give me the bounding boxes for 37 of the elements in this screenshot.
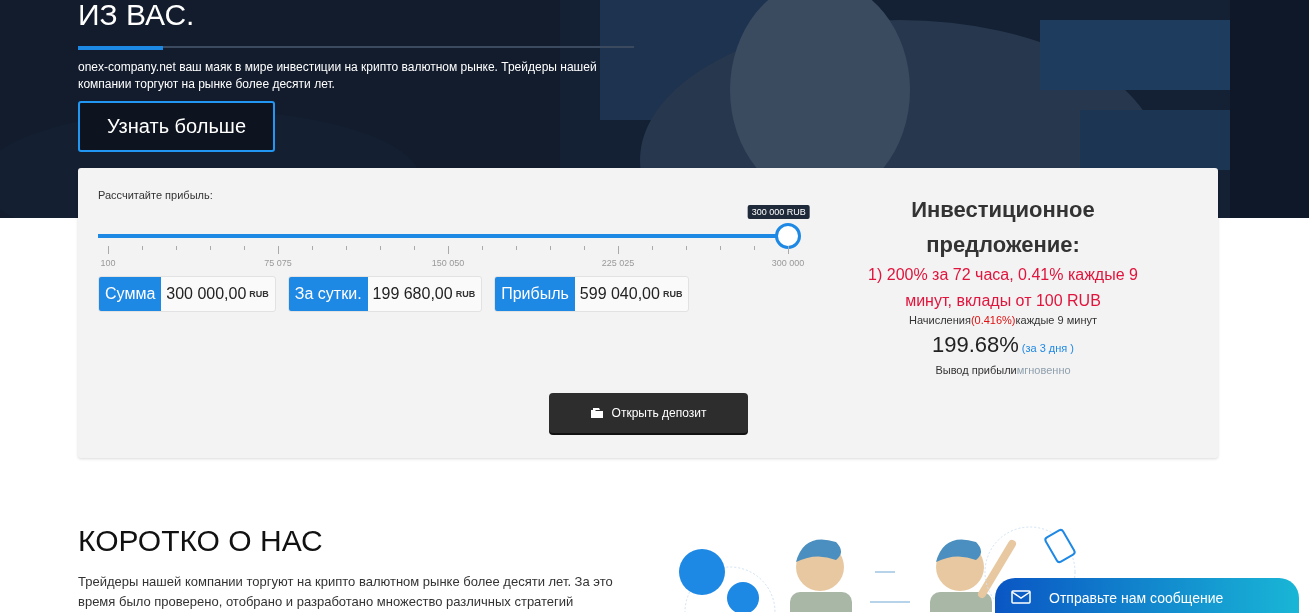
hero-description: onex-company.net ваш маяк в мире инвестиции на крипто валютном рынке. Трейдеры нашей компании торгуют на рынке более десяти лет.	[78, 59, 598, 93]
tick-label: 75 075	[264, 258, 292, 268]
mail-icon	[1011, 590, 1031, 604]
open-deposit-button[interactable]: Открыть депозит	[548, 393, 748, 433]
chat-label: Отправьте нам сообщение	[1049, 590, 1224, 606]
tick-label: 225 025	[601, 258, 635, 268]
section-heading: КОРОТКО О НАС	[78, 524, 324, 558]
tick-label: 300 000	[771, 258, 805, 268]
learn-more-button[interactable]: Узнать больше	[78, 101, 275, 152]
total-percent: 199.68%	[931, 332, 1019, 357]
accrual-label: Начисления	[908, 314, 971, 326]
result-value: 300 000,00	[165, 285, 248, 303]
folder-icon	[589, 407, 604, 419]
offer-heading: Инвестиционное предложение:	[910, 196, 1096, 259]
result-label: Прибыль	[495, 277, 575, 311]
tick-label: 100	[100, 258, 116, 268]
withdraw-label: Вывод прибыли	[935, 364, 1017, 376]
accrual-period: каждые 9 минут	[1015, 314, 1098, 326]
accrual-rate: (0.416%)	[970, 314, 1016, 326]
calculator-label: Рассчитайте прибыль:	[98, 189, 214, 201]
hero-heading: ИЗ ВАС.	[78, 0, 196, 30]
currency-label: RUB	[249, 289, 270, 299]
result-label: За сутки.	[288, 277, 368, 311]
currency-label: RUB	[455, 289, 477, 299]
chat-widget[interactable]: Отправьте нам сообщение	[995, 578, 1299, 613]
currency-label: RUB	[662, 289, 684, 299]
result-value: 599 040,00	[578, 285, 661, 303]
slider-tooltip: 300 000 RUB	[747, 205, 810, 219]
plan-text: 1) 200% за 72 часа, 0.41% каждые 9 минут, вклады от 100 RUB	[867, 265, 1139, 311]
result-label: Сумма	[99, 277, 162, 311]
slider-thumb[interactable]	[775, 223, 801, 249]
tick-label: 150 050	[431, 258, 465, 268]
total-period: (за 3 дня )	[1021, 342, 1075, 354]
about-paragraph: Трейдеры нашей компании торгуют на крипто валютном рынке более десяти лет. За это время было проверено, отобрано и разработано множество различных стратегий	[78, 573, 614, 611]
withdraw-value: мгновенно	[1016, 364, 1071, 376]
result-value: 199 680,00	[371, 285, 454, 303]
amount-slider[interactable]: 300 000 RUB 100 75 075 150 050 225 025 300 000	[98, 204, 808, 270]
